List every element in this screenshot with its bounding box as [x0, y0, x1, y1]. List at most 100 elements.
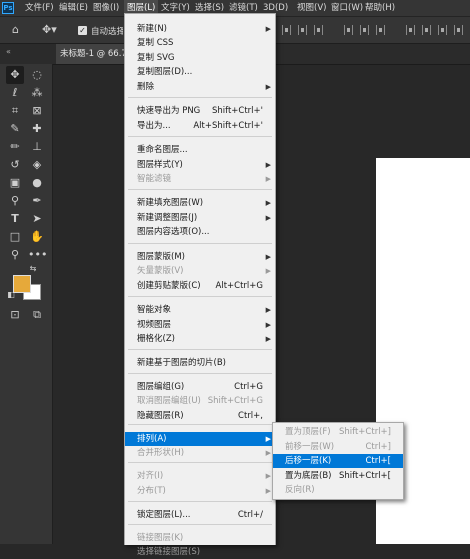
arrange-submenu: 置为顶层(F) Shift+Ctrl+] 前移一层(W) Ctrl+] 后移一层(K) C…: [272, 422, 404, 500]
layer-menu-item[interactable]: 新建填充图层(W) ▶: [125, 196, 275, 210]
collapse-panel-icon[interactable]: «: [6, 47, 11, 56]
layer-menu-item[interactable]: 排列(A) ▶: [125, 432, 275, 446]
menu-item-label: 锁定图层(L)...: [137, 510, 191, 520]
layer-menu-item[interactable]: 重命名图层...: [125, 143, 275, 157]
healing-brush-tool-icon[interactable]: ✚: [28, 120, 46, 138]
submenu-arrow-icon: ▶: [265, 214, 271, 222]
photoshop-logo-icon[interactable]: Ps: [2, 2, 14, 14]
distribute-left-icon[interactable]: [406, 25, 415, 35]
layer-menu-dropdown: 新建(N) ▶ 复制 CSS 复制 SVG 复制图层(D)... 删除 ▶ 快速导出为 PNG…: [124, 13, 276, 557]
menu-item-label: 删除: [137, 82, 155, 92]
layer-menu-item: 分布(T) ▶: [125, 484, 275, 498]
distribute-right-icon[interactable]: [438, 25, 447, 35]
document-tab[interactable]: 未标题-1 @ 66.7: [56, 44, 128, 64]
submenu-arrow-icon: ▶: [265, 253, 271, 261]
layer-menu-item[interactable]: 复制图层(D)...: [125, 65, 275, 79]
gradient-tool-icon[interactable]: ▣: [6, 174, 24, 192]
layer-menu-item[interactable]: 图层样式(Y) ▶: [125, 158, 275, 172]
auto-select-label: 自动选择: [91, 27, 123, 37]
menu-help[interactable]: 帮助(H): [362, 0, 398, 16]
menu-item-shortcut: Shift+Ctrl+G: [207, 396, 263, 406]
auto-select-checkbox[interactable]: ✓: [78, 26, 87, 35]
layer-menu-item[interactable]: 栅格化(Z) ▶: [125, 332, 275, 346]
move-tool-preset-icon[interactable]: ✥▾: [42, 23, 57, 36]
layer-menu-item[interactable]: 复制 SVG: [125, 51, 275, 65]
distribute-horizontal-icon[interactable]: [454, 25, 463, 35]
layer-menu-item[interactable]: 新建基于图层的切片(B): [125, 356, 275, 370]
menu-item-label: 复制 CSS: [137, 38, 174, 48]
blur-tool-icon[interactable]: ●: [28, 174, 46, 192]
brush-tool-icon[interactable]: ✏: [6, 138, 24, 156]
menu-image[interactable]: 图像(I): [90, 0, 122, 16]
arrange-menu-item[interactable]: 后移一层(K) Ctrl+[: [273, 454, 403, 468]
frame-tool-icon[interactable]: ⊠: [28, 102, 46, 120]
menu-item-label: 隐藏图层(R): [137, 411, 184, 421]
layer-menu-item[interactable]: 新建(N) ▶: [125, 22, 275, 36]
menu-item-label: 置为顶层(F): [285, 427, 331, 437]
distribute-top-icon[interactable]: [344, 25, 353, 35]
menu-view[interactable]: 视图(V): [294, 0, 329, 16]
marquee-tool-icon[interactable]: ◌: [28, 66, 46, 84]
menu-item-label: 取消图层编组(U): [137, 396, 201, 406]
layer-menu-item[interactable]: 新建调整图层(J) ▶: [125, 211, 275, 225]
layer-menu-item[interactable]: 快速导出为 PNG Shift+Ctrl+': [125, 104, 275, 118]
submenu-arrow-icon: ▶: [265, 321, 271, 329]
type-tool-icon[interactable]: T: [6, 210, 24, 228]
arrange-menu-item[interactable]: 置为底层(B) Shift+Ctrl+[: [273, 469, 403, 483]
menu-item-label: 快速导出为 PNG: [137, 106, 201, 116]
arrange-menu-item: 置为顶层(F) Shift+Ctrl+]: [273, 425, 403, 439]
path-selection-tool-icon[interactable]: ➤: [28, 210, 46, 228]
menu-separator: [128, 243, 272, 244]
crop-tool-icon[interactable]: ⌗: [6, 102, 24, 120]
align-center-icon[interactable]: [298, 25, 307, 35]
layer-menu-item[interactable]: 图层内容选项(O)...: [125, 225, 275, 239]
layer-menu-item[interactable]: 图层编组(G) Ctrl+G: [125, 380, 275, 394]
clone-stamp-tool-icon[interactable]: ⊥: [28, 138, 46, 156]
history-brush-tool-icon[interactable]: ↺: [6, 156, 24, 174]
quick-mask-icon[interactable]: ⊡: [6, 306, 24, 324]
eraser-tool-icon[interactable]: ◈: [28, 156, 46, 174]
home-icon[interactable]: ⌂: [12, 23, 19, 36]
distribute-center-icon[interactable]: [422, 25, 431, 35]
layer-menu-item[interactable]: 创建剪贴蒙版(C) Alt+Ctrl+G: [125, 279, 275, 293]
rectangle-tool-icon[interactable]: □: [6, 228, 24, 246]
menu-file[interactable]: 文件(F): [22, 0, 57, 16]
move-tool-icon[interactable]: ✥: [6, 66, 24, 84]
screen-mode-icon[interactable]: ⧉: [28, 306, 46, 324]
distribute-middle-icon[interactable]: [360, 25, 369, 35]
eyedropper-tool-icon[interactable]: ✎: [6, 120, 24, 138]
menu-item-shortcut: Shift+Ctrl+': [211, 106, 263, 116]
magic-wand-tool-icon[interactable]: ⁂: [28, 84, 46, 102]
lasso-tool-icon[interactable]: ℓ: [6, 84, 24, 102]
zoom-tool-icon[interactable]: ⚲: [6, 246, 24, 264]
submenu-arrow-icon: ▶: [265, 487, 271, 495]
dodge-tool-icon[interactable]: ⚲: [6, 192, 24, 210]
align-right-icon[interactable]: [314, 25, 323, 35]
swap-colors-icon[interactable]: ⇆: [28, 264, 38, 274]
distribute-bottom-icon[interactable]: [376, 25, 385, 35]
layer-menu-item[interactable]: 锁定图层(L)... Ctrl+/: [125, 508, 275, 522]
menu-edit[interactable]: 编辑(E): [56, 0, 91, 16]
align-left-icon[interactable]: [282, 25, 291, 35]
layer-menu-item[interactable]: 删除 ▶: [125, 80, 275, 94]
submenu-arrow-icon: ▶: [265, 267, 271, 275]
layer-menu-item[interactable]: 图层蒙版(M) ▶: [125, 250, 275, 264]
layer-menu-item[interactable]: 导出为... Alt+Shift+Ctrl+': [125, 119, 275, 133]
menu-item-label: 合并形状(H): [137, 448, 185, 458]
layer-menu-item: 合并形状(H) ▶: [125, 446, 275, 460]
layer-menu-item[interactable]: 隐藏图层(R) Ctrl+,: [125, 409, 275, 423]
layer-menu-item[interactable]: 智能对象 ▶: [125, 303, 275, 317]
menu-item-label: 后移一层(K): [285, 456, 332, 466]
layer-menu-item[interactable]: 视频图层 ▶: [125, 318, 275, 332]
menu-item-label: 智能滤镜: [137, 174, 172, 184]
menu-item-label: 栅格化(Z): [137, 334, 175, 344]
foreground-color-swatch[interactable]: [13, 275, 31, 293]
pen-tool-icon[interactable]: ✒: [28, 192, 46, 210]
hand-tool-icon[interactable]: ✋: [28, 228, 46, 246]
menu-item-label: 选择链接图层(S): [137, 547, 201, 557]
menu-window[interactable]: 窗口(W): [328, 0, 366, 16]
layer-menu-item[interactable]: 复制 CSS: [125, 36, 275, 50]
submenu-arrow-icon: ▶: [265, 435, 271, 443]
more-tools-icon[interactable]: •••: [28, 246, 47, 264]
menu-item-label: 复制 SVG: [137, 53, 175, 63]
